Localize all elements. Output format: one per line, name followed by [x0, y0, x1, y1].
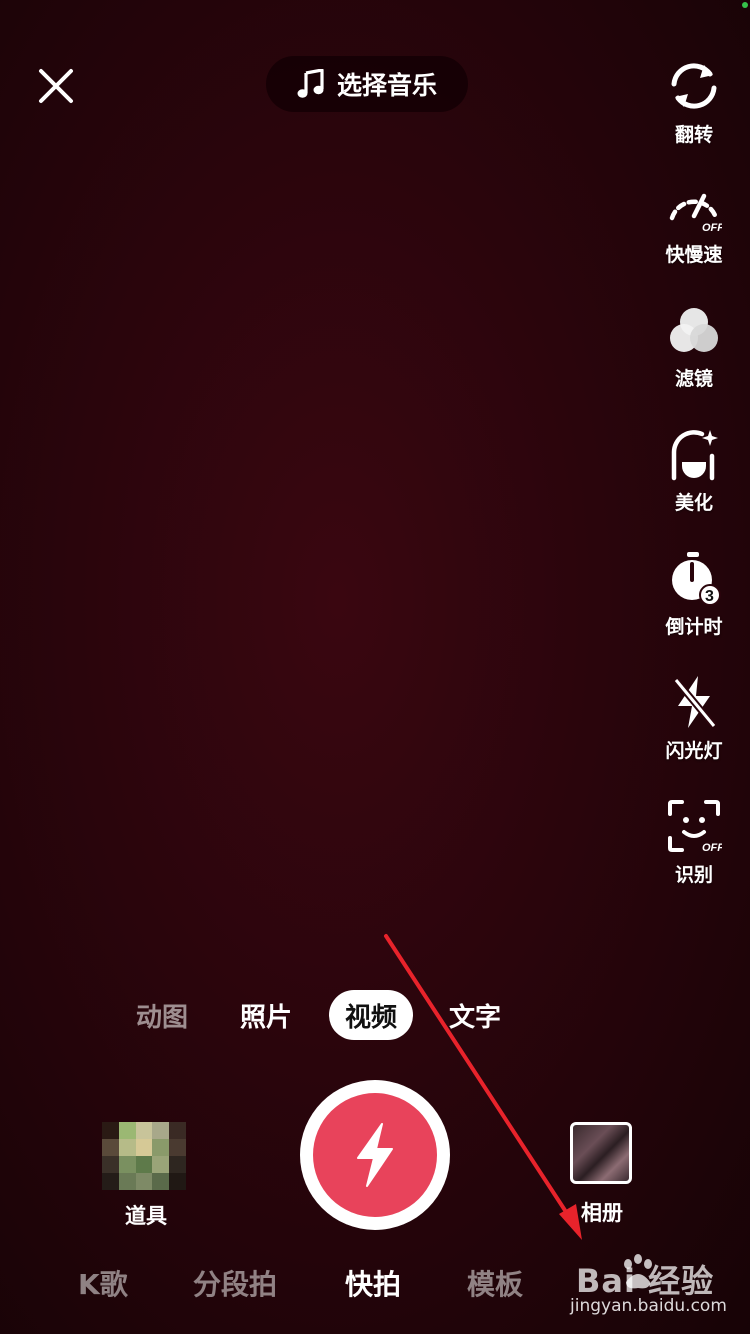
- annotation-arrow: [384, 934, 582, 1240]
